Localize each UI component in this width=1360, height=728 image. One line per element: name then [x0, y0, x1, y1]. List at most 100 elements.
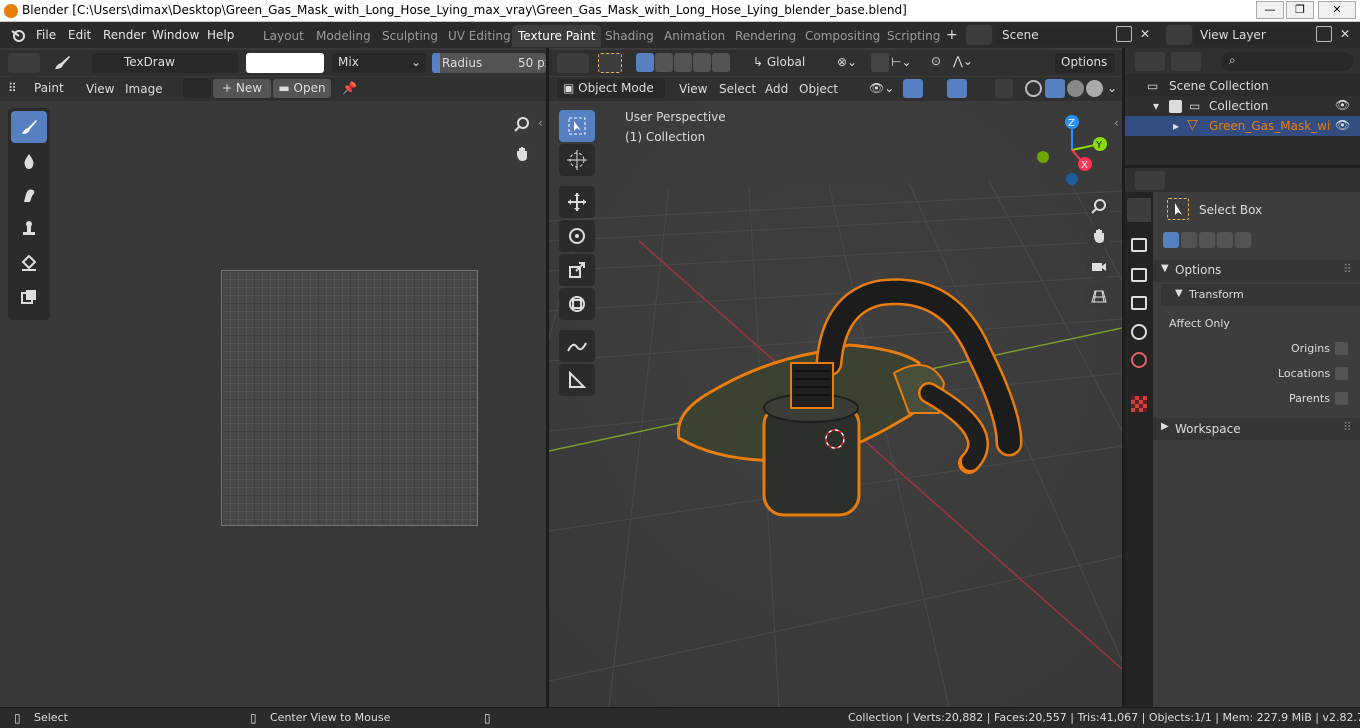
paint-mode-select[interactable]: ⠿ Paint: [6, 79, 74, 98]
draw-tool-brush-icon[interactable]: [11, 111, 47, 143]
select-cursor-icon[interactable]: [598, 53, 622, 73]
mask-tool-icon[interactable]: [11, 281, 47, 313]
sidebar-toggle-icon[interactable]: ‹: [538, 116, 543, 130]
scene-browse-icon[interactable]: [966, 25, 992, 45]
snap-target-icon[interactable]: ⊢⌄: [891, 55, 912, 69]
move-tool-icon[interactable]: [559, 186, 595, 218]
maximize-button[interactable]: ❐: [1286, 1, 1314, 19]
tab-texture-icon[interactable]: [1131, 396, 1147, 412]
menu-view[interactable]: View: [86, 82, 114, 96]
object-expand-arrow-icon[interactable]: ▸: [1173, 119, 1179, 133]
view-layer-browse-icon[interactable]: [1166, 25, 1192, 45]
tab-sculpting[interactable]: Sculpting: [376, 25, 444, 47]
options-dropdown[interactable]: Options: [1055, 53, 1115, 73]
new-image-button[interactable]: + New: [213, 79, 271, 98]
tab-animation[interactable]: Animation: [658, 25, 731, 47]
viewport-sidebar-toggle-icon[interactable]: ‹: [1114, 116, 1119, 130]
object-visibility-eye-icon[interactable]: 👁: [1335, 118, 1350, 132]
tab-shading[interactable]: Shading: [599, 25, 660, 47]
ortho-grid-icon[interactable]: [1086, 283, 1112, 309]
image-canvas-checkerboard[interactable]: [221, 270, 478, 526]
brush-name-field[interactable]: TexDraw: [118, 53, 238, 73]
editor-type-icon[interactable]: [8, 53, 40, 73]
cursor-tool-icon[interactable]: [559, 144, 595, 176]
menu-file[interactable]: File: [36, 28, 56, 42]
object-mode-select[interactable]: ▣ Object Mode: [557, 79, 665, 98]
gas-mask-object[interactable]: [669, 253, 1029, 523]
tab-scene-icon[interactable]: [1131, 324, 1147, 340]
tab-render-camera-icon[interactable]: [1131, 238, 1147, 252]
expand-arrow-icon[interactable]: ▾: [1153, 99, 1159, 113]
shading-options-chevron-icon[interactable]: ⌄: [1107, 81, 1117, 95]
workspace-panel-header[interactable]: ▶ Workspace ⠿: [1153, 418, 1360, 440]
xray-toggle-icon[interactable]: [995, 79, 1013, 98]
pin-icon[interactable]: 📌: [342, 81, 357, 95]
scene-selector[interactable]: Scene: [996, 25, 1114, 45]
measure-tool-icon[interactable]: [559, 364, 595, 396]
menu-help[interactable]: Help: [207, 28, 234, 42]
menu-edit[interactable]: Edit: [68, 28, 91, 42]
select-box-tool-icon[interactable]: [559, 110, 595, 142]
fill-tool-bucket-icon[interactable]: [11, 247, 47, 279]
options-panel-header[interactable]: ▼ Options ⠿: [1153, 260, 1360, 282]
collection-checkbox[interactable]: [1169, 100, 1182, 113]
clone-tool-stamp-icon[interactable]: [11, 213, 47, 245]
pan-hand-icon[interactable]: [509, 141, 535, 167]
transform-subpanel-header[interactable]: ▼ Transform: [1161, 284, 1360, 306]
workspace-drag-handle-icon[interactable]: ⠿: [1343, 420, 1352, 434]
wireframe-shading-icon[interactable]: [1025, 80, 1042, 97]
viewport-pan-icon[interactable]: [1086, 223, 1112, 249]
transform-tool-icon[interactable]: [559, 288, 595, 320]
viewport-menu-object[interactable]: Object: [799, 82, 838, 96]
tab-view-layer-icon[interactable]: [1131, 296, 1147, 310]
tab-uv-editing[interactable]: UV Editing: [442, 25, 517, 47]
select-mode-new-icon[interactable]: [636, 53, 654, 72]
select-mode-extend-icon[interactable]: [655, 53, 673, 72]
close-button[interactable]: ✕: [1318, 1, 1356, 19]
menu-window[interactable]: Window: [152, 28, 199, 42]
prop-select-subtract-icon[interactable]: [1199, 232, 1215, 248]
smear-tool-icon[interactable]: [11, 179, 47, 211]
snap-magnet-icon[interactable]: [871, 53, 889, 72]
scale-tool-icon[interactable]: [559, 254, 595, 286]
tab-compositing[interactable]: Compositing: [799, 25, 886, 47]
viewport-editor-type-icon[interactable]: [557, 53, 589, 73]
delete-view-layer-icon[interactable]: ✕: [1340, 27, 1350, 41]
select-mode-subtract-icon[interactable]: [674, 53, 692, 72]
view-layer-selector[interactable]: View Layer: [1194, 25, 1312, 45]
viewport-menu-view[interactable]: View: [679, 82, 707, 96]
origins-checkbox[interactable]: [1335, 342, 1348, 355]
zoom-icon[interactable]: [509, 111, 535, 137]
gizmo-toggle-icon[interactable]: [903, 79, 923, 98]
prop-select-extend-icon[interactable]: [1181, 232, 1197, 248]
viewport-menu-select[interactable]: Select: [719, 82, 756, 96]
open-image-button[interactable]: ▬ Open: [273, 79, 331, 98]
image-browse-icon[interactable]: [183, 79, 211, 98]
display-mode-icon[interactable]: [1171, 52, 1201, 71]
solid-shading-icon[interactable]: [1045, 79, 1065, 98]
drag-handle-icon[interactable]: ⠿: [1343, 262, 1352, 276]
prop-select-intersect-icon[interactable]: [1235, 232, 1251, 248]
new-scene-icon[interactable]: [1116, 26, 1132, 42]
prop-select-new-icon[interactable]: [1163, 232, 1179, 248]
blender-menu-icon[interactable]: [10, 27, 28, 43]
properties-editor-type-icon[interactable]: [1135, 171, 1165, 190]
blend-mode-select[interactable]: Mix ⌄: [332, 53, 426, 73]
new-view-layer-icon[interactable]: [1316, 26, 1332, 42]
tab-tool-wrench-icon[interactable]: [1127, 198, 1151, 222]
camera-view-icon[interactable]: [1086, 253, 1112, 279]
material-shading-icon[interactable]: [1067, 80, 1084, 97]
overlay-toggle-icon[interactable]: [947, 79, 967, 98]
outliner-editor-type-icon[interactable]: [1135, 52, 1165, 71]
locations-checkbox[interactable]: [1335, 367, 1348, 380]
falloff-curve-icon[interactable]: ⋀⌄: [953, 54, 973, 68]
minimize-button[interactable]: —: [1256, 1, 1284, 19]
prop-select-difference-icon[interactable]: [1217, 232, 1233, 248]
tab-modeling[interactable]: Modeling: [310, 25, 377, 47]
tab-output-printer-icon[interactable]: [1131, 268, 1147, 282]
viewport-menu-add[interactable]: Add: [765, 82, 788, 96]
annotate-tool-icon[interactable]: [559, 330, 595, 362]
select-mode-intersect-icon[interactable]: [712, 53, 730, 72]
tab-scripting[interactable]: Scripting: [881, 25, 946, 47]
viewport-zoom-icon[interactable]: [1086, 193, 1112, 219]
